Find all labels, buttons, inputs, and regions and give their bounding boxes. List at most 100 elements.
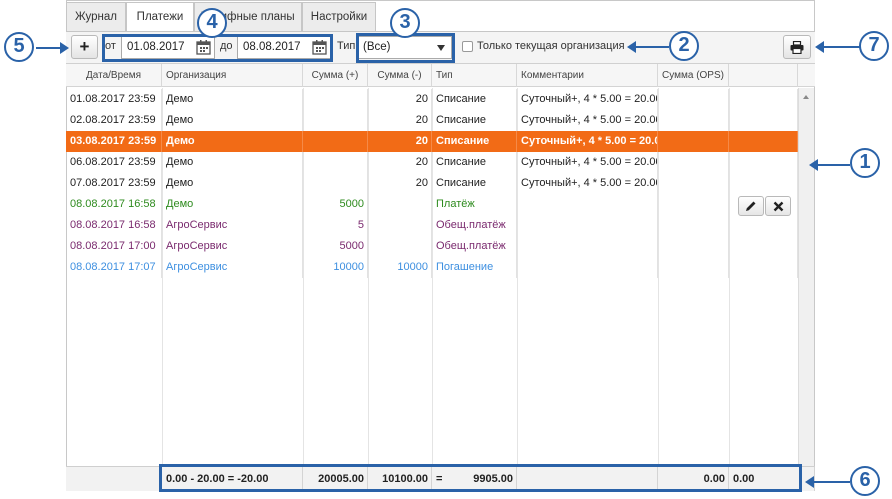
pencil-icon bbox=[746, 201, 756, 211]
table-row[interactable]: 08.08.2017 16:58 АгроСервис 5 Обещ.платёж bbox=[66, 215, 798, 236]
cell-comment bbox=[517, 194, 658, 215]
vertical-scrollbar[interactable] bbox=[798, 88, 814, 466]
cell-actions bbox=[729, 173, 798, 194]
callout-5: 5 bbox=[4, 32, 34, 62]
add-button[interactable]: + bbox=[71, 35, 98, 59]
cell-actions bbox=[729, 131, 798, 152]
cell-comment: Суточный+, 4 * 5.00 = 20.00 bbox=[517, 89, 658, 110]
cell-organization: Демо bbox=[162, 131, 303, 152]
cell-sum-plus: 10000 bbox=[303, 257, 368, 278]
scroll-up-icon[interactable] bbox=[803, 95, 809, 99]
column-header[interactable]: Сумма (-) bbox=[368, 64, 432, 87]
cell-type: Платёж bbox=[432, 194, 517, 215]
cell-comment: Суточный+, 4 * 5.00 = 20.00 bbox=[517, 131, 658, 152]
cell-actions bbox=[729, 89, 798, 110]
cell-organization: Демо bbox=[162, 194, 303, 215]
cell-comment bbox=[517, 236, 658, 257]
callout-arrow bbox=[815, 41, 824, 53]
cell-type: Списание bbox=[432, 131, 517, 152]
column-header[interactable]: Комментарии bbox=[517, 64, 658, 87]
cell-date: 07.08.2017 23:59 bbox=[66, 173, 162, 194]
cell-sum-ops bbox=[658, 152, 729, 173]
cell-sum-minus: 20 bbox=[368, 152, 432, 173]
callout-arrow bbox=[814, 481, 850, 483]
tab-settings[interactable]: Настройки bbox=[302, 2, 376, 32]
table-row[interactable]: 06.08.2017 23:59 Демо 20 Списание Суточный+,… bbox=[66, 152, 798, 173]
cell-sum-minus: 20 bbox=[368, 110, 432, 131]
callout-1: 1 bbox=[850, 148, 880, 178]
cell-sum-plus bbox=[303, 131, 368, 152]
column-header[interactable]: Сумма (+) bbox=[303, 64, 368, 87]
cell-organization: Демо bbox=[162, 110, 303, 131]
cell-actions bbox=[729, 236, 798, 257]
cell-type: Списание bbox=[432, 173, 517, 194]
cell-date: 06.08.2017 23:59 bbox=[66, 152, 162, 173]
callout-6: 6 bbox=[850, 466, 880, 496]
cell-sum-minus bbox=[368, 236, 432, 257]
cell-actions bbox=[729, 257, 798, 278]
cell-sum-ops bbox=[658, 194, 729, 215]
cell-organization: АгроСервис bbox=[162, 257, 303, 278]
cell-actions bbox=[729, 152, 798, 173]
cell-sum-ops bbox=[658, 236, 729, 257]
table-body: 01.08.2017 23:59 Демо 20 Списание Суточный+,… bbox=[66, 88, 798, 466]
column-header[interactable]: Организация bbox=[162, 64, 303, 87]
cell-comment: Суточный+, 4 * 5.00 = 20.00 bbox=[517, 173, 658, 194]
tab-journal[interactable]: Журнал bbox=[66, 2, 126, 32]
cell-sum-plus bbox=[303, 152, 368, 173]
cell-type: Списание bbox=[432, 110, 517, 131]
cell-sum-minus: 10000 bbox=[368, 257, 432, 278]
column-header bbox=[729, 64, 798, 87]
cell-sum-ops bbox=[658, 131, 729, 152]
cell-organization: Демо bbox=[162, 173, 303, 194]
cell-sum-minus bbox=[368, 194, 432, 215]
delete-button[interactable] bbox=[765, 196, 791, 216]
print-button[interactable] bbox=[783, 35, 811, 59]
callout-arrow bbox=[636, 46, 669, 48]
callout-4: 4 bbox=[197, 8, 227, 38]
callout-arrow bbox=[824, 46, 860, 48]
only-current-org-checkbox[interactable] bbox=[462, 41, 473, 52]
cell-date: 03.08.2017 23:59 bbox=[66, 131, 162, 152]
cell-organization: АгроСервис bbox=[162, 215, 303, 236]
table-row[interactable]: 07.08.2017 23:59 Демо 20 Списание Суточный+,… bbox=[66, 173, 798, 194]
cell-actions bbox=[729, 110, 798, 131]
cell-date: 08.08.2017 16:58 bbox=[66, 194, 162, 215]
callout-2: 2 bbox=[669, 31, 699, 61]
type-label: Тип bbox=[337, 40, 356, 52]
cell-date: 08.08.2017 17:07 bbox=[66, 257, 162, 278]
cell-organization: Демо bbox=[162, 152, 303, 173]
column-header[interactable]: Сумма (OPS) bbox=[658, 64, 729, 87]
callout-arrow bbox=[805, 476, 814, 488]
cell-comment: Суточный+, 4 * 5.00 = 20.00 bbox=[517, 110, 658, 131]
cell-comment bbox=[517, 257, 658, 278]
table-row[interactable]: 02.08.2017 23:59 Демо 20 Списание Суточный+,… bbox=[66, 110, 798, 131]
cell-sum-plus bbox=[303, 89, 368, 110]
cell-sum-plus: 5000 bbox=[303, 194, 368, 215]
table-header: Дата/Время Организация Сумма (+) Сумма (… bbox=[66, 64, 815, 87]
cell-date: 08.08.2017 16:58 bbox=[66, 215, 162, 236]
cell-sum-minus: 20 bbox=[368, 173, 432, 194]
printer-icon bbox=[790, 40, 804, 54]
cell-sum-ops bbox=[658, 215, 729, 236]
tab-payments[interactable]: Платежи bbox=[126, 2, 194, 33]
callout-7: 7 bbox=[859, 31, 889, 61]
table-row-selected[interactable]: 03.08.2017 23:59 Демо 20 Списание Суточный+,… bbox=[66, 131, 798, 152]
table-row[interactable]: 08.08.2017 17:07 АгроСервис 10000 10000 Пога… bbox=[66, 257, 798, 278]
cell-sum-plus: 5000 bbox=[303, 236, 368, 257]
callout-arrow bbox=[818, 164, 850, 166]
cell-sum-ops bbox=[658, 89, 729, 110]
column-header[interactable]: Тип bbox=[432, 64, 517, 87]
cell-sum-ops bbox=[658, 173, 729, 194]
edit-button[interactable] bbox=[738, 196, 764, 216]
cell-actions bbox=[729, 215, 798, 236]
table-row[interactable]: 01.08.2017 23:59 Демо 20 Списание Суточный+,… bbox=[66, 89, 798, 110]
cell-sum-plus: 5 bbox=[303, 215, 368, 236]
table-row[interactable]: 08.08.2017 17:00 АгроСервис 5000 Обещ.платё… bbox=[66, 236, 798, 257]
cell-type: Погашение bbox=[432, 257, 517, 278]
cell-sum-minus: 20 bbox=[368, 131, 432, 152]
cell-sum-plus bbox=[303, 173, 368, 194]
column-header[interactable]: Дата/Время bbox=[66, 64, 162, 87]
table-row[interactable]: 08.08.2017 16:58 Демо 5000 Платёж bbox=[66, 194, 798, 215]
cell-type: Списание bbox=[432, 89, 517, 110]
